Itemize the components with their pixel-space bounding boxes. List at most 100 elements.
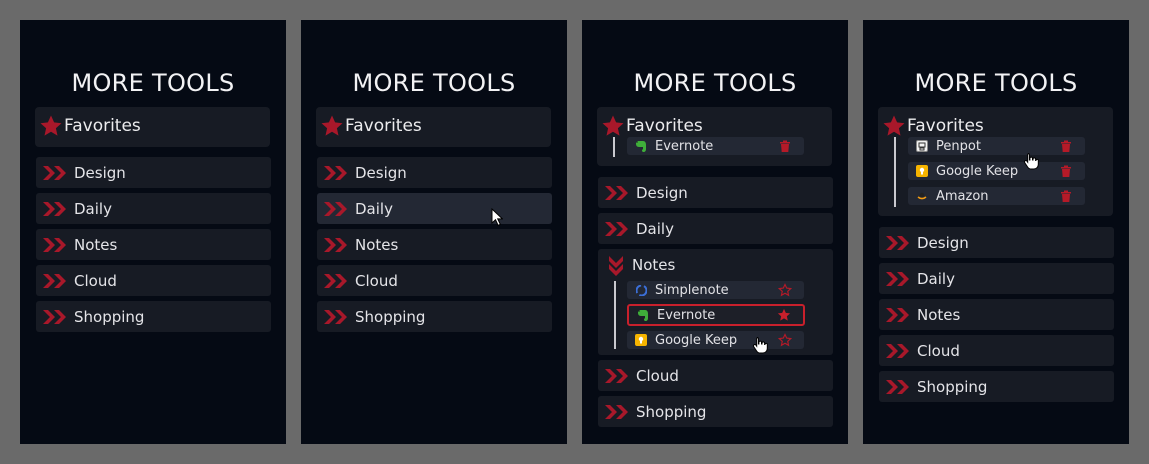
category-cloud[interactable]: Cloud: [879, 335, 1114, 366]
category-cloud[interactable]: Cloud: [36, 265, 271, 296]
item-name: Evernote: [657, 307, 716, 323]
double-chevron-right-icon: [40, 235, 70, 255]
trash-icon[interactable]: [1059, 164, 1073, 178]
panel-title: MORE TOOLS: [633, 69, 797, 97]
category-notes-expanded[interactable]: Notes Simplenote Evernote Google Keep: [598, 249, 833, 355]
double-chevron-right-icon: [321, 271, 351, 291]
category-label: Notes: [632, 255, 676, 274]
category-label: Cloud: [74, 271, 117, 290]
category-daily[interactable]: Daily: [879, 263, 1114, 294]
double-chevron-right-icon: [883, 305, 913, 325]
category-label: Notes: [355, 235, 399, 254]
category-label: Shopping: [74, 307, 145, 326]
category-label: Shopping: [355, 307, 426, 326]
panel-title: MORE TOOLS: [352, 69, 516, 97]
star-outline-icon[interactable]: [778, 333, 792, 347]
favorites-label: Favorites: [626, 116, 703, 136]
category-notes[interactable]: Notes: [36, 229, 271, 260]
double-chevron-right-icon: [602, 366, 632, 386]
tools-panel-1: MORE TOOLS Favorites Design Daily Notes …: [20, 20, 286, 444]
double-chevron-right-icon: [321, 307, 351, 327]
penpot-icon: [916, 140, 928, 152]
favorite-item-amazon[interactable]: Amazon: [908, 187, 1085, 205]
category-label: Daily: [74, 199, 112, 218]
category-label: Daily: [636, 219, 674, 238]
category-shopping[interactable]: Shopping: [879, 371, 1114, 402]
category-notes[interactable]: Notes: [317, 229, 552, 260]
double-chevron-right-icon: [40, 163, 70, 183]
star-filled-icon[interactable]: [777, 308, 791, 322]
google-keep-icon: [916, 165, 928, 177]
category-daily[interactable]: Daily: [36, 193, 271, 224]
item-name: Evernote: [655, 138, 714, 154]
favorites-section[interactable]: Favorites Penpot Google Keep Amazon: [878, 107, 1113, 216]
favorites-label: Favorites: [64, 116, 141, 136]
category-label: Design: [74, 163, 126, 182]
notes-item-evernote[interactable]: Evernote: [627, 304, 805, 326]
favorites-label: Favorites: [345, 116, 422, 136]
tools-panel-4: MORE TOOLS Favorites Penpot Google Keep …: [863, 20, 1129, 444]
item-name: Penpot: [936, 138, 981, 154]
double-chevron-right-icon: [321, 199, 351, 219]
category-design[interactable]: Design: [879, 227, 1114, 258]
favorites-header[interactable]: Favorites: [320, 111, 422, 141]
category-label: Notes: [74, 235, 118, 254]
evernote-icon: [635, 140, 647, 152]
category-label: Daily: [355, 199, 393, 218]
panel-title: MORE TOOLS: [71, 69, 235, 97]
item-name: Google Keep: [936, 163, 1019, 179]
hand-cursor-icon: [1023, 152, 1039, 170]
star-icon: [882, 114, 906, 138]
category-notes[interactable]: Notes: [598, 249, 675, 280]
category-notes[interactable]: Notes: [879, 299, 1114, 330]
double-chevron-right-icon: [883, 269, 913, 289]
star-outline-icon[interactable]: [778, 283, 792, 297]
category-daily[interactable]: Daily: [598, 213, 833, 244]
favorites-section[interactable]: Favorites Evernote: [597, 107, 832, 166]
item-name: Simplenote: [655, 282, 729, 298]
category-label: Shopping: [917, 377, 988, 396]
favorite-item-penpot[interactable]: Penpot: [908, 137, 1085, 155]
favorites-section[interactable]: Favorites: [35, 107, 270, 147]
category-shopping[interactable]: Shopping: [317, 301, 552, 332]
double-chevron-right-icon: [602, 402, 632, 422]
category-cloud[interactable]: Cloud: [598, 360, 833, 391]
category-shopping[interactable]: Shopping: [598, 396, 833, 427]
double-chevron-right-icon: [602, 219, 632, 239]
double-chevron-right-icon: [883, 233, 913, 253]
arrow-cursor-icon: [491, 208, 503, 226]
evernote-icon: [637, 309, 649, 321]
category-cloud[interactable]: Cloud: [317, 265, 552, 296]
favorite-item-evernote[interactable]: Evernote: [627, 137, 804, 155]
favorite-item-google-keep[interactable]: Google Keep: [908, 162, 1085, 180]
tree-line: [894, 137, 896, 207]
double-chevron-right-icon: [40, 271, 70, 291]
category-design[interactable]: Design: [317, 157, 552, 188]
double-chevron-down-icon: [606, 254, 626, 276]
category-daily[interactable]: Daily: [317, 193, 552, 224]
panel-title: MORE TOOLS: [914, 69, 1078, 97]
star-icon: [39, 114, 63, 138]
double-chevron-right-icon: [602, 183, 632, 203]
category-shopping[interactable]: Shopping: [36, 301, 271, 332]
double-chevron-right-icon: [883, 341, 913, 361]
tree-line: [613, 137, 615, 157]
notes-item-simplenote[interactable]: Simplenote: [627, 281, 804, 299]
google-keep-icon: [635, 334, 647, 346]
notes-item-google-keep[interactable]: Google Keep: [627, 331, 804, 349]
category-label: Cloud: [636, 366, 679, 385]
favorites-header[interactable]: Favorites: [39, 111, 141, 141]
trash-icon[interactable]: [1059, 189, 1073, 203]
category-label: Notes: [917, 305, 961, 324]
category-design[interactable]: Design: [598, 177, 833, 208]
trash-icon[interactable]: [1059, 139, 1073, 153]
trash-icon[interactable]: [778, 139, 792, 153]
category-design[interactable]: Design: [36, 157, 271, 188]
favorites-section[interactable]: Favorites: [316, 107, 551, 147]
double-chevron-right-icon: [40, 307, 70, 327]
double-chevron-right-icon: [883, 377, 913, 397]
hand-cursor-icon: [752, 336, 768, 354]
star-icon: [320, 114, 344, 138]
double-chevron-right-icon: [321, 163, 351, 183]
category-label: Design: [636, 183, 688, 202]
